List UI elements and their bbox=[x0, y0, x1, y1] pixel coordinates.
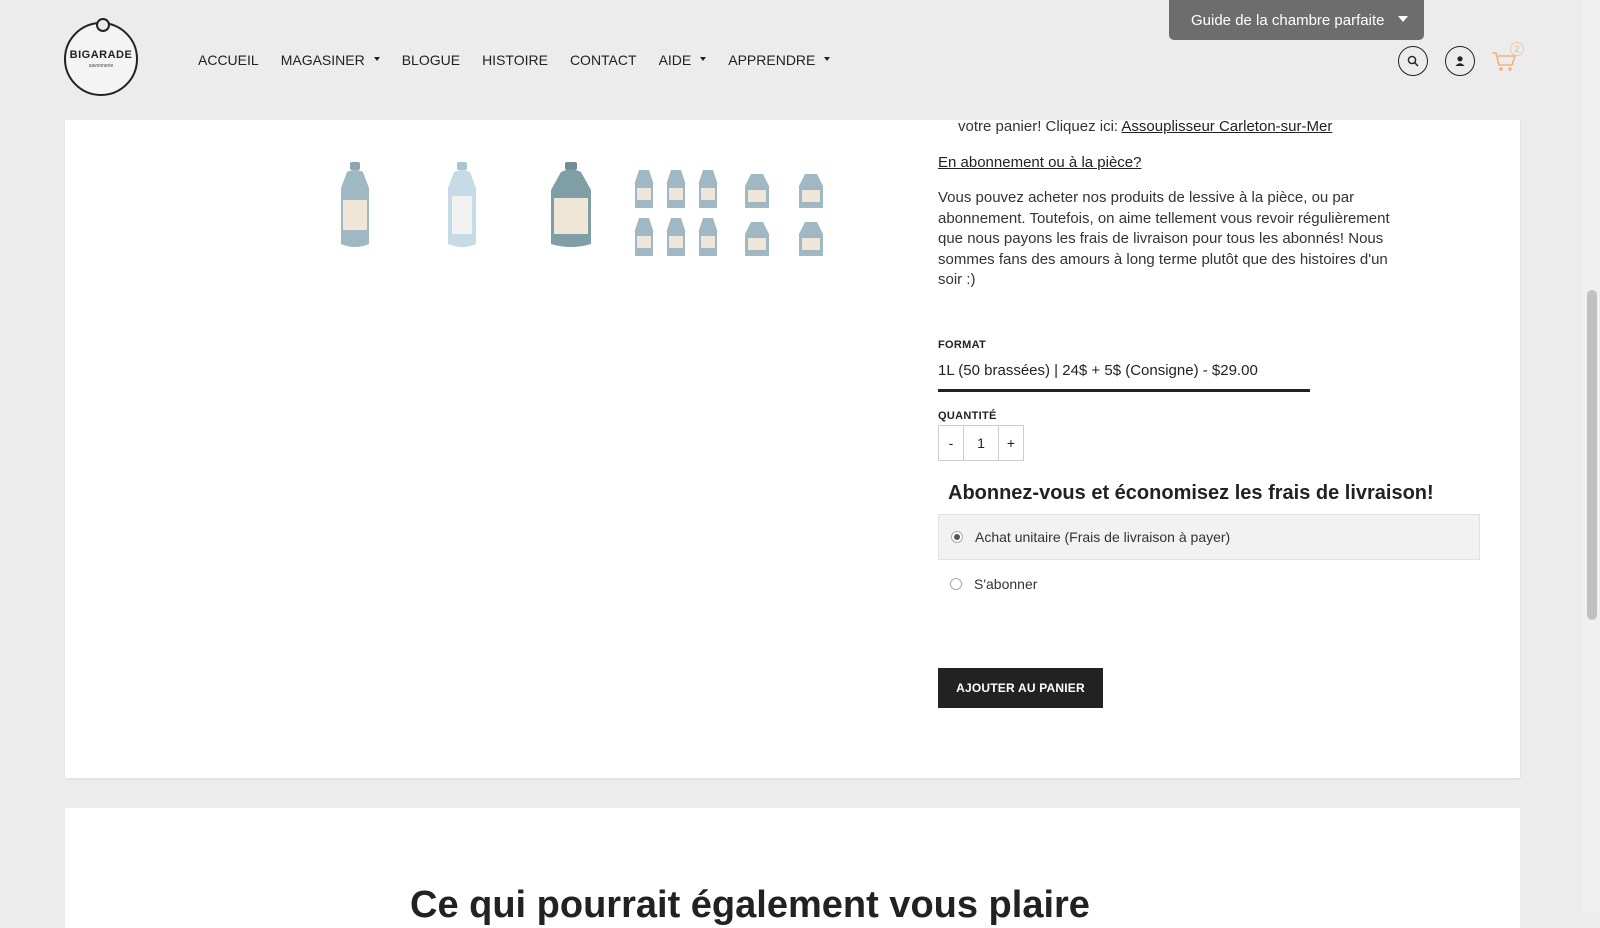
quantity-label: QUANTITÉ bbox=[938, 410, 997, 422]
cart-count-badge: 2 bbox=[1510, 42, 1524, 56]
nav-item-blogue[interactable]: BLOGUE bbox=[402, 52, 460, 68]
option-label: S'abonner bbox=[974, 576, 1038, 592]
subscribe-heading: Abonnez-vous et économisez les frais de … bbox=[948, 482, 1434, 504]
nav-label: BLOGUE bbox=[401, 52, 461, 68]
purchase-option-one-time[interactable]: Achat unitaire (Frais de livraison à pay… bbox=[938, 514, 1480, 560]
thumbnail-bottle-2[interactable] bbox=[440, 160, 484, 252]
scrollbar-thumb[interactable] bbox=[1587, 290, 1597, 620]
quantity-increase-button[interactable]: + bbox=[999, 426, 1023, 460]
product-description: Vous pouvez acheter nos produits de less… bbox=[938, 189, 1390, 288]
nav-label: AIDE bbox=[658, 52, 692, 68]
guide-button-label: Guide de la chambre parfaite bbox=[1191, 11, 1385, 29]
site-logo[interactable]: BIGARADE savonnerie bbox=[64, 18, 138, 96]
caret-down-icon bbox=[373, 57, 380, 61]
nav-label: HISTOIRE bbox=[482, 52, 548, 68]
thumbnail-bottle-3[interactable] bbox=[545, 160, 597, 252]
caret-down-icon bbox=[1398, 16, 1409, 22]
nav-item-accueil[interactable]: ACCUEIL bbox=[198, 52, 259, 68]
user-icon bbox=[1455, 56, 1465, 66]
radio-one-time[interactable] bbox=[951, 531, 963, 543]
format-value: 1L (50 brassées) | 24$ + 5$ (Consigne) -… bbox=[938, 362, 1258, 379]
caret-down-icon bbox=[700, 57, 707, 61]
thumbnail-bottle-set[interactable] bbox=[633, 160, 833, 260]
promo-text: votre panier! Cliquez ici: bbox=[958, 118, 1119, 135]
quantity-input[interactable]: 1 bbox=[963, 426, 999, 460]
radio-selected-dot bbox=[954, 534, 960, 540]
format-label: FORMAT bbox=[938, 339, 987, 351]
main-nav: ACCUEIL MAGASINER BLOGUE HISTOIRE CONTAC… bbox=[198, 52, 852, 68]
logo-sub: savonnerie bbox=[88, 63, 114, 69]
nav-item-contact[interactable]: CONTACT bbox=[570, 52, 637, 68]
nav-label: APPRENDRE bbox=[728, 52, 816, 68]
nav-label: MAGASINER bbox=[280, 52, 365, 68]
caret-down-icon bbox=[824, 57, 831, 61]
account-button[interactable] bbox=[1445, 46, 1475, 76]
search-button[interactable] bbox=[1398, 46, 1428, 76]
nav-label: CONTACT bbox=[569, 52, 637, 68]
promo-line: votre panier! Cliquez ici: Assouplisseur… bbox=[958, 118, 1332, 135]
add-to-cart-button[interactable]: AJOUTER AU PANIER bbox=[938, 668, 1103, 708]
option-label: Achat unitaire (Frais de livraison à pay… bbox=[975, 529, 1231, 545]
format-select[interactable]: 1L (50 brassées) | 24$ + 5$ (Consigne) -… bbox=[938, 352, 1310, 392]
logo-brand: BIGARADE bbox=[69, 49, 133, 61]
search-icon bbox=[1407, 55, 1419, 67]
nav-item-apprendre[interactable]: APPRENDRE bbox=[728, 52, 831, 68]
quantity-stepper: - 1 + bbox=[938, 425, 1024, 461]
related-products-title: Ce qui pourrait également vous plaire bbox=[410, 884, 1090, 926]
thumbnail-bottle-1[interactable] bbox=[333, 160, 377, 252]
nav-item-aide[interactable]: AIDE bbox=[659, 52, 707, 68]
purchase-option-subscribe[interactable]: S'abonner bbox=[938, 561, 1480, 607]
promo-link[interactable]: Assouplisseur Carleton-sur-Mer bbox=[1121, 118, 1332, 135]
logo-loop bbox=[96, 18, 110, 32]
guide-chambre-button[interactable]: Guide de la chambre parfaite bbox=[1169, 0, 1424, 40]
product-gallery bbox=[265, 160, 855, 260]
nav-label: ACCUEIL bbox=[198, 52, 259, 68]
quantity-decrease-button[interactable]: - bbox=[939, 426, 963, 460]
radio-subscribe[interactable] bbox=[950, 578, 962, 590]
subscription-info-link[interactable]: En abonnement ou à la pièce? bbox=[938, 154, 1142, 171]
nav-item-magasiner[interactable]: MAGASINER bbox=[281, 52, 380, 68]
nav-item-histoire[interactable]: HISTOIRE bbox=[482, 52, 548, 68]
